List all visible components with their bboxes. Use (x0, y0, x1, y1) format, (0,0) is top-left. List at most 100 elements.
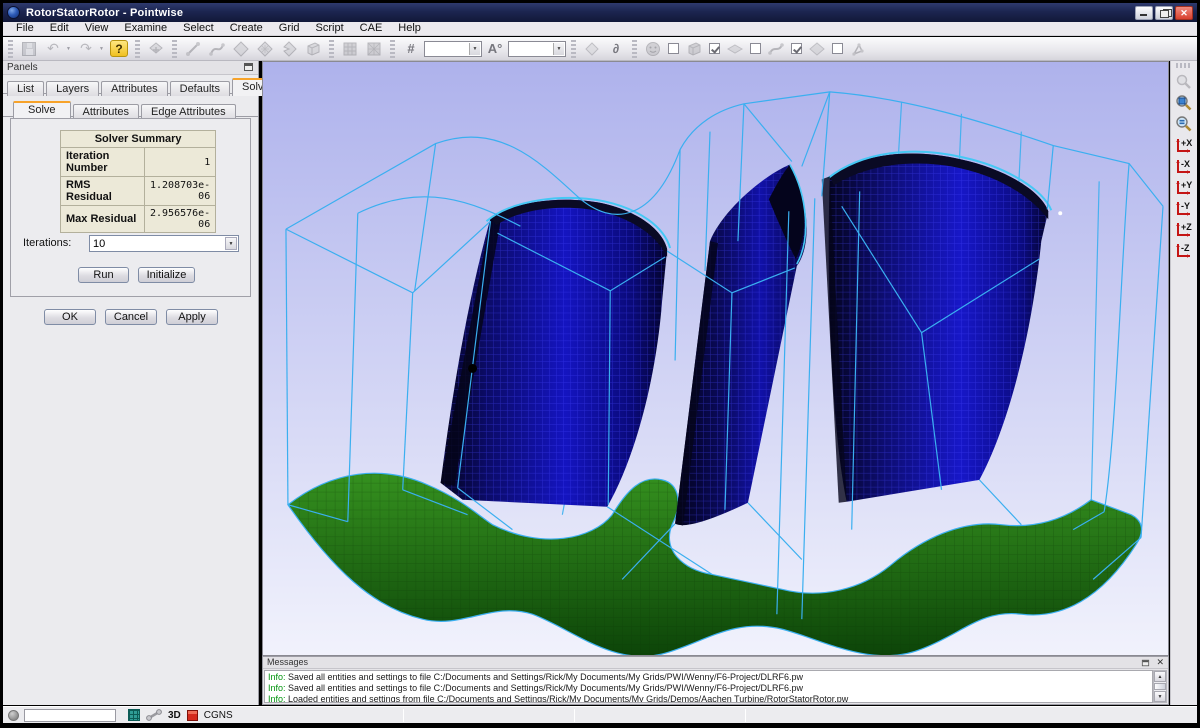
minimize-button[interactable] (1135, 6, 1153, 20)
undo-dropdown-icon[interactable]: ▼ (66, 39, 73, 59)
angle-combobox[interactable]: ▼ (508, 41, 566, 57)
connectors-visibility-icon[interactable] (765, 39, 787, 59)
view-minus-x-button[interactable]: -X (1173, 155, 1195, 176)
redo-icon[interactable]: ↷ (75, 39, 97, 59)
view-minus-y-button[interactable]: -Y (1173, 197, 1195, 218)
solver-summary-title: Solver Summary (61, 131, 216, 148)
subtab-solve[interactable]: Solve (13, 101, 71, 119)
message-log[interactable]: Info: Saved all entities and settings to… (264, 670, 1153, 703)
window-title: RotorStatorRotor - Pointwise (26, 7, 183, 19)
create-connector-icon[interactable] (182, 39, 204, 59)
unstructured-grid-icon[interactable] (363, 39, 385, 59)
show-database-checkbox[interactable] (832, 43, 843, 54)
domains-visibility-icon[interactable] (724, 39, 746, 59)
view-plus-x-button[interactable]: +X (1173, 134, 1195, 155)
cancel-button[interactable]: Cancel (105, 309, 157, 325)
menu-script[interactable]: Script (308, 22, 352, 35)
ok-button[interactable]: OK (44, 309, 96, 325)
menu-grid[interactable]: Grid (271, 22, 308, 35)
create-block-icon[interactable] (302, 39, 324, 59)
tab-attributes[interactable]: Attributes (101, 81, 167, 96)
view-plus-z-button[interactable]: +Z (1173, 218, 1195, 239)
display-viewport[interactable] (262, 61, 1169, 656)
menu-cae[interactable]: CAE (352, 22, 391, 35)
initialize-button[interactable]: Initialize (138, 267, 195, 283)
help-icon[interactable]: ? (108, 39, 130, 59)
structured-grid-icon[interactable] (339, 39, 361, 59)
create-unstructured-domain-icon[interactable] (254, 39, 276, 59)
undo-icon[interactable]: ↶ (42, 39, 64, 59)
show-hide-mask-icon[interactable] (642, 39, 664, 59)
iterations-combobox[interactable]: 10 ▼ (89, 235, 239, 252)
create-curve-icon[interactable] (206, 39, 228, 59)
save-icon[interactable] (18, 39, 40, 59)
layer-mask-icon[interactable] (145, 39, 167, 59)
show-domains2-checkbox[interactable] (750, 43, 761, 54)
view-minus-z-button[interactable]: -Z (1173, 239, 1195, 260)
toolbar-drag-handle[interactable] (8, 40, 13, 58)
selected-point-marker[interactable] (468, 364, 477, 373)
tab-defaults[interactable]: Defaults (170, 81, 230, 96)
assemble-icon[interactable] (581, 39, 603, 59)
apply-button[interactable]: Apply (166, 309, 218, 325)
angle-icon: A° (484, 39, 506, 59)
iterations-value: 10 (93, 238, 105, 250)
chevron-down-icon[interactable]: ▼ (225, 237, 237, 250)
connector-link-icon (146, 709, 162, 721)
zoom-one-to-one-icon[interactable] (1173, 113, 1195, 134)
menu-select[interactable]: Select (175, 22, 222, 35)
float-panel-icon[interactable] (244, 63, 253, 71)
toolbar-drag-handle[interactable] (1176, 63, 1192, 68)
toolbar-drag-handle[interactable] (172, 40, 177, 58)
trim-surface-icon[interactable] (278, 39, 300, 59)
status-light-icon (8, 710, 19, 721)
float-panel-icon[interactable] (1142, 660, 1149, 666)
scrollbar-thumb[interactable] (1154, 683, 1166, 690)
menu-view[interactable]: View (77, 22, 117, 35)
boundary-partial-icon[interactable]: ∂ (605, 39, 627, 59)
cae-solver-label: CGNS (204, 710, 233, 721)
create-domain-icon[interactable] (230, 39, 252, 59)
close-icon[interactable]: ✕ (1156, 657, 1164, 668)
points-visibility-icon[interactable] (847, 39, 869, 59)
run-button[interactable]: Run (78, 267, 129, 283)
dimension-combobox[interactable]: ▼ (424, 41, 482, 57)
pointwise-logo-icon (7, 6, 20, 19)
panels-caption: Panels (3, 61, 258, 75)
view-plus-y-button[interactable]: +Y (1173, 176, 1195, 197)
close-button[interactable]: ✕ (1175, 6, 1193, 20)
chevron-down-icon[interactable]: ▼ (469, 43, 480, 55)
menu-create[interactable]: Create (222, 22, 271, 35)
panel-tab-bar: List Layers Attributes Defaults Solve (7, 78, 282, 96)
redo-dropdown-icon[interactable]: ▼ (99, 39, 106, 59)
restore-button[interactable] (1155, 6, 1173, 20)
panels-dock: Panels List Layers Attributes Defaults S… (3, 61, 259, 705)
title-bar[interactable]: RotorStatorRotor - Pointwise ✕ (3, 3, 1197, 22)
tab-list[interactable]: List (7, 81, 44, 96)
blocks-visibility-icon[interactable] (683, 39, 705, 59)
show-connectors-checkbox[interactable] (791, 43, 802, 54)
subtab-attributes[interactable]: Attributes (73, 104, 139, 119)
show-blocks-checkbox[interactable] (668, 43, 679, 54)
table-row: RMS Residual 1.208703e-06 (61, 177, 216, 206)
menu-examine[interactable]: Examine (116, 22, 175, 35)
scroll-down-icon[interactable]: ▼ (1154, 691, 1166, 702)
chevron-down-icon[interactable]: ▼ (553, 43, 564, 55)
scroll-up-icon[interactable]: ▲ (1154, 671, 1166, 682)
toolbar-drag-handle[interactable] (571, 40, 576, 58)
zoom-icon[interactable] (1173, 71, 1195, 92)
toolbar-drag-handle[interactable] (329, 40, 334, 58)
messages-panel: Messages ✕ Info: Saved all entities and … (262, 656, 1169, 705)
toolbar-drag-handle[interactable] (135, 40, 140, 58)
database-visibility-icon[interactable] (806, 39, 828, 59)
messages-scrollbar[interactable]: ▲ ▼ (1153, 670, 1167, 703)
menu-file[interactable]: File (8, 22, 42, 35)
menu-edit[interactable]: Edit (42, 22, 77, 35)
zoom-fit-icon[interactable] (1173, 92, 1195, 113)
subtab-edge-attributes[interactable]: Edge Attributes (141, 104, 236, 119)
toolbar-drag-handle[interactable] (632, 40, 637, 58)
toolbar-drag-handle[interactable] (390, 40, 395, 58)
show-domains-checkbox[interactable] (709, 43, 720, 54)
tab-layers[interactable]: Layers (46, 81, 99, 96)
menu-help[interactable]: Help (390, 22, 429, 35)
